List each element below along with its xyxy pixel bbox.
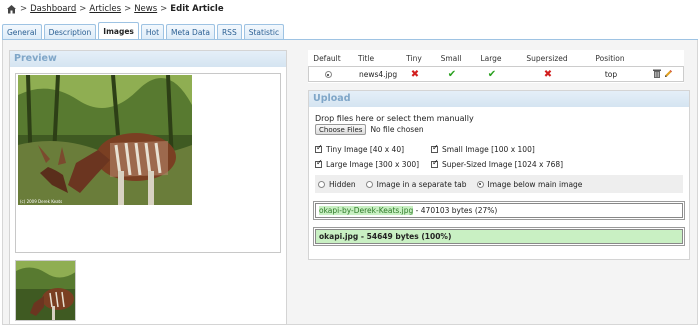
placement-separate-tab[interactable]: Image in a separate tab [365,179,467,189]
large-image-label: Large Image [300 x 300] [326,160,420,169]
trash-icon[interactable] [653,69,661,80]
upload-title: Upload [309,91,689,107]
tab-hot[interactable]: Hot [140,24,165,40]
preview-frame: (c) 2009 Derek Keats [15,73,281,253]
table-header: Default Title Tiny Small Large Supersize… [308,50,684,66]
tiny-cross-icon: ✖ [410,68,420,80]
small-image-label: Small Image [100 x 100] [442,145,535,154]
breadcrumb-separator: > [79,4,87,14]
small-image-option[interactable]: Small Image [100 x 100] [431,143,571,156]
header-tiny: Tiny [406,53,422,63]
placement-hidden[interactable]: Hidden [318,180,356,189]
image-title: news4.jpg [359,69,398,79]
upload-progress-2: okapi.jpg - 54649 bytes (100%) [313,227,685,246]
home-icon[interactable] [6,4,17,14]
file-status: No file chosen [370,125,424,134]
below-main-radio[interactable] [476,180,484,188]
images-table: Default Title Tiny Small Large Supersize… [308,50,684,83]
placement-below-main[interactable]: Image below main image [476,179,583,189]
default-radio[interactable] [324,71,332,78]
upload-panel: Upload Drop files here or select them ma… [308,90,690,260]
breadcrumb-news-link[interactable]: News [134,4,157,14]
small-image-checkbox[interactable] [431,143,439,153]
supersized-cross-icon: ✖ [543,68,553,80]
tab-description[interactable]: Description [43,24,97,40]
tab-meta-data[interactable]: Meta Data [166,24,215,40]
breadcrumb-separator: > [160,4,168,14]
upload-complete-text: okapi.jpg - 54649 bytes (100%) [319,232,452,241]
hidden-label: Hidden [329,179,356,189]
breadcrumb-dashboard-link[interactable]: Dashboard [30,4,76,14]
placement-options: Hidden Image in a separate tab Image bel… [315,175,683,193]
thumbnail-image[interactable] [15,260,76,321]
tab-statistic[interactable]: Statistic [243,24,285,40]
upload-file-detail: - 470103 bytes (27%) [413,206,498,215]
separate-tab-radio[interactable] [365,180,373,188]
below-main-label: Image below main image [487,179,583,189]
tab-general[interactable]: General [2,24,42,40]
large-image-option[interactable]: Large Image [300 x 300] [315,158,431,171]
default-radio-cell [309,70,347,79]
preview-image: (c) 2009 Derek Keats [18,75,192,205]
row-actions [639,69,679,80]
tab-rss[interactable]: RSS [216,24,242,40]
tab-bar: General Description Images Hot Meta Data… [2,22,286,40]
upload-progress-1: okapi-by-Derek-Keats.jpg - 470103 bytes … [313,201,685,220]
supersized-image-checkbox[interactable] [431,158,439,168]
preview-panel: Preview (c) 2009 Derek Keats [9,50,287,325]
size-options: Tiny Image [40 x 40] Small Image [100 x … [315,143,683,171]
table-row: news4.jpg ✖ ✔ ✔ ✖ top [308,66,684,82]
large-check-icon: ✔ [487,68,497,80]
supersized-image-option[interactable]: Super-Sized Image [1024 x 768] [431,158,571,171]
tiny-image-option[interactable]: Tiny Image [40 x 40] [315,143,431,156]
header-supersized: Supersized [526,53,568,63]
small-check-icon: ✔ [447,68,457,80]
supersized-image-label: Super-Sized Image [1024 x 768] [442,160,564,169]
separate-tab-label: Image in a separate tab [376,179,467,189]
tab-images[interactable]: Images [98,22,139,40]
header-default: Default [313,53,341,63]
pencil-icon[interactable] [664,69,673,80]
breadcrumb-articles-link[interactable]: Articles [89,4,121,14]
breadcrumb-current: Edit Article [170,4,224,14]
large-image-checkbox[interactable] [315,158,323,168]
breadcrumb-separator: > [20,4,28,14]
file-input: Choose Files No file chosen [315,124,683,135]
preview-title: Preview [10,51,286,67]
drop-zone-text[interactable]: Drop files here or select them manually [315,114,683,123]
breadcrumb: > Dashboard > Articles > News > Edit Art… [6,2,224,16]
hidden-radio[interactable] [318,180,325,188]
header-large: Large [480,53,502,63]
image-position: top [604,69,618,79]
breadcrumb-separator: > [124,4,132,14]
choose-files-button[interactable]: Choose Files [315,124,367,135]
header-title: Title [358,53,375,63]
header-small: Small [440,53,462,63]
tiny-image-label: Tiny Image [40 x 40] [326,145,405,154]
tiny-image-checkbox[interactable] [315,143,323,153]
header-position: Position [595,53,625,63]
image-caption: (c) 2009 Derek Keats [20,199,63,204]
upload-file-name: okapi-by-Derek-Keats.jpg [319,206,414,215]
